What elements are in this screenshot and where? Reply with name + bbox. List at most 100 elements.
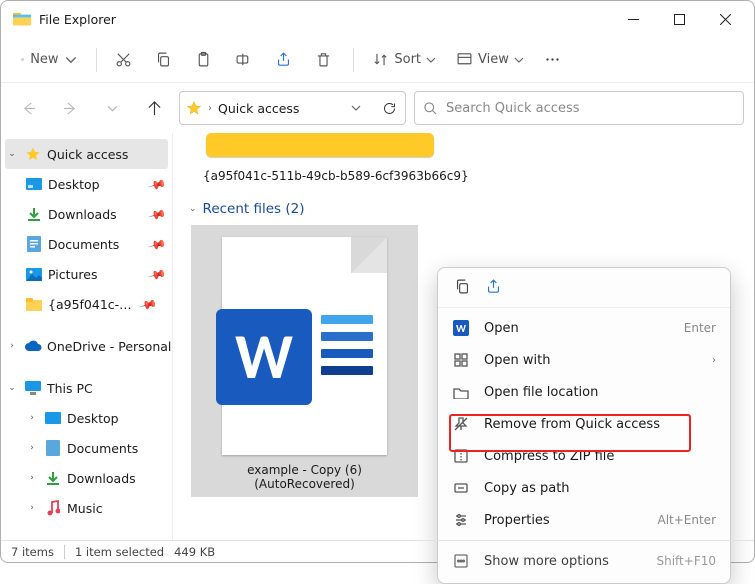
picture-icon [25, 265, 43, 283]
star-icon [24, 145, 42, 163]
sidebar-item-documents[interactable]: Documents📌 [1, 229, 172, 259]
sidebar-item-desktop[interactable]: Desktop📌 [1, 169, 172, 199]
sidebar-item-pictures[interactable]: Pictures📌 [1, 259, 172, 289]
sidebar-item-quick-access[interactable]: ⌄ Quick access [5, 139, 168, 169]
sidebar-label: Quick access [47, 147, 168, 162]
window-title: File Explorer [39, 12, 116, 27]
ctx-open[interactable]: WOpenEnter [438, 312, 730, 344]
chevron-down-icon: ⌄ [5, 383, 19, 393]
search-icon [423, 101, 438, 116]
document-icon [25, 235, 43, 253]
folder-name-label: {a95f041c-511b-49cb-b589-6cf3963b66c9} [203, 169, 742, 183]
document-icon [44, 439, 62, 457]
chevron-right-icon: › [5, 341, 19, 351]
back-button[interactable] [11, 91, 45, 125]
sidebar-item-onedrive[interactable]: ›OneDrive - Personal [1, 331, 172, 361]
status-selected: 1 item selected [75, 545, 164, 559]
ctx-hint: Alt+Enter [657, 513, 716, 527]
recent-dropdown[interactable] [95, 91, 129, 125]
download-icon [44, 469, 62, 487]
sidebar-item-pc-music[interactable]: ›Music [1, 493, 172, 523]
folder-thumbnail[interactable] [206, 133, 434, 157]
sidebar-item-guid-folder[interactable]: {a95f041c-511b-49cb-b589-6cf3963b66c9}📌 [1, 289, 172, 319]
folder-icon [25, 295, 43, 313]
status-item-count: 7 items [11, 545, 54, 559]
copy-button[interactable] [147, 43, 183, 77]
forward-button[interactable] [53, 91, 87, 125]
open-with-icon [452, 351, 470, 369]
chevron-right-icon: › [712, 355, 716, 366]
minimize-button[interactable] [610, 1, 656, 37]
ctx-label: Copy as path [484, 481, 716, 496]
share-button[interactable] [267, 43, 303, 77]
ctx-open-location[interactable]: Open file location [438, 376, 730, 408]
sidebar-label: Desktop [48, 177, 145, 192]
sort-label: Sort [394, 52, 421, 67]
new-button-label: New [30, 52, 58, 67]
view-label: View [478, 52, 509, 67]
up-button[interactable] [137, 91, 171, 125]
pin-icon: 📌 [147, 235, 164, 253]
chevron-right-icon: › [25, 473, 39, 483]
sidebar-label: Desktop [67, 411, 172, 426]
close-button[interactable] [702, 1, 748, 37]
context-menu-quickbar [438, 274, 730, 308]
ctx-label: Open file location [484, 385, 716, 400]
ctx-properties[interactable]: Properties Alt+Enter [438, 504, 730, 536]
chevron-down-icon[interactable] [351, 103, 361, 113]
share-icon[interactable] [485, 278, 502, 299]
command-toolbar: New Sort View [1, 37, 754, 83]
ctx-label: Properties [484, 513, 643, 528]
more-button[interactable] [536, 43, 572, 77]
chevron-right-icon: › [208, 103, 212, 114]
unpin-icon [452, 415, 470, 433]
rename-button[interactable] [227, 43, 263, 77]
word-app-icon: W [452, 319, 470, 337]
refresh-button[interactable] [379, 98, 399, 118]
paste-button[interactable] [187, 43, 223, 77]
file-item[interactable]: W example - Copy (6) (AutoRecovered) [191, 225, 418, 497]
address-bar[interactable]: › Quick access [179, 91, 406, 125]
sidebar-label: Documents [48, 237, 145, 252]
recent-files-header[interactable]: ⌄Recent files (2) [189, 201, 742, 217]
search-box[interactable]: Search Quick access [414, 91, 744, 125]
sidebar-item-downloads[interactable]: Downloads📌 [1, 199, 172, 229]
delete-button[interactable] [307, 43, 343, 77]
titlebar: File Explorer [1, 1, 754, 37]
ctx-open-with[interactable]: Open with › [438, 344, 730, 376]
svg-text:W: W [456, 322, 466, 335]
sidebar-item-pc-downloads[interactable]: › Downloads [1, 463, 172, 493]
cloud-icon [24, 337, 42, 355]
pin-icon: 📌 [147, 175, 164, 193]
address-row: › Quick access Search Quick access [1, 83, 754, 133]
folder-icon [452, 383, 470, 401]
context-menu: WOpenEnter Open with › Open file location… [437, 267, 731, 584]
ctx-copy-path[interactable]: Copy as path [438, 472, 730, 504]
pin-icon: 📌 [147, 205, 164, 223]
desktop-icon [44, 409, 62, 427]
word-document-icon: W [222, 237, 387, 455]
sidebar-item-pc-documents[interactable]: › Documents [1, 433, 172, 463]
cut-button[interactable] [107, 43, 143, 77]
pin-icon: 📌 [147, 265, 164, 283]
sidebar-label: Downloads [48, 207, 145, 222]
status-size: 449 KB [174, 545, 215, 559]
sidebar-item-pc-desktop[interactable]: ›Desktop [1, 403, 172, 433]
ctx-hint: Enter [684, 321, 716, 335]
sidebar-label: Downloads [67, 471, 172, 486]
new-button[interactable]: New [11, 43, 86, 77]
ctx-remove-quick-access[interactable]: Remove from Quick access [438, 408, 730, 440]
pc-icon [24, 379, 42, 397]
view-button[interactable]: View [448, 43, 532, 77]
sort-button[interactable]: Sort [364, 43, 444, 77]
chevron-right-icon: › [25, 443, 39, 453]
sidebar-label: Documents [67, 441, 172, 456]
copy-icon[interactable] [454, 278, 471, 299]
maximize-button[interactable] [656, 1, 702, 37]
sidebar-label: This PC [47, 381, 172, 396]
sidebar-item-this-pc[interactable]: ⌄ This PC [1, 373, 172, 403]
chevron-down-icon [514, 55, 524, 65]
ctx-compress[interactable]: Compress to ZIP file [438, 440, 730, 472]
chevron-down-icon: ⌄ [5, 149, 19, 159]
ctx-label: Open with [484, 353, 698, 368]
